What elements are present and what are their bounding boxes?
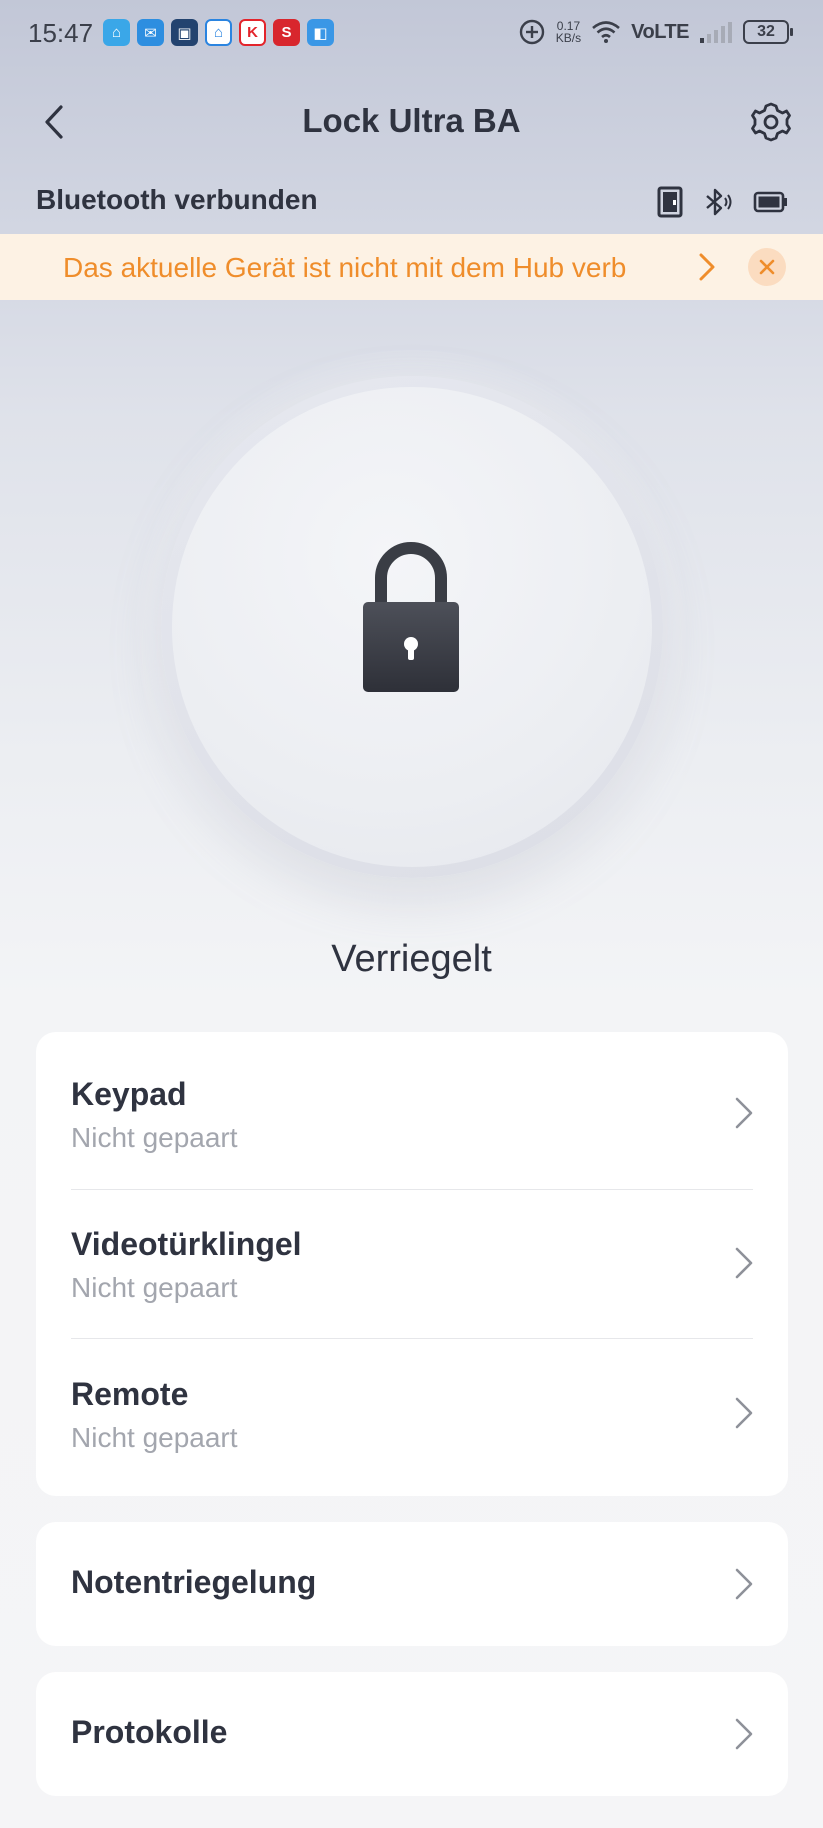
connection-status-row: Bluetooth verbunden [36,184,789,224]
list-item-title: Keypad [71,1076,187,1112]
emergency-unlock-label: Notentriegelung [71,1564,317,1600]
network-speed: 0.17 KB/s [555,19,582,45]
hub-warning-text: Das aktuelle Gerät ist nicht mit dem Hub… [63,252,627,283]
notification-icons: ⌂ ✉ ▣ ⌂ K S ◧ [103,19,334,46]
battery-full-icon [753,191,787,213]
network-type: VoLTE [631,20,689,43]
paired-devices-card: Keypad Nicht gepaart Videotürklingel Nic… [36,1032,788,1496]
signal-icon [700,22,732,43]
lock-status-label: Verriegelt [331,938,492,980]
chevron-right-icon [735,1397,753,1429]
list-item-title: Remote [71,1376,189,1412]
video-app-icon: ▣ [171,19,198,46]
list-item-subtitle: Nicht gepaart [71,1422,238,1453]
emergency-unlock-item[interactable]: Notentriegelung [36,1522,788,1646]
list-item-remote[interactable]: Remote Nicht gepaart [36,1332,788,1482]
chevron-right-icon [735,1097,753,1129]
wifi-icon [592,21,620,43]
list-item-keypad[interactable]: Keypad Nicht gepaart [36,1032,788,1182]
logs-label: Protokolle [71,1714,228,1750]
list-item-subtitle: Nicht gepaart [71,1272,238,1303]
gear-icon [751,102,791,142]
close-icon [759,259,775,275]
device-status-icons [657,186,789,218]
chevron-right-icon [735,1718,753,1750]
padlock-icon [363,542,459,692]
chevron-right-icon [735,1247,753,1279]
chevron-right-icon [735,1568,753,1600]
home-app-icon: ⌂ [103,19,130,46]
data-saver-icon [519,19,544,45]
hub-warning-banner[interactable]: Das aktuelle Gerät ist nicht mit dem Hub… [0,234,823,300]
smart-home-icon: ⌂ [205,19,232,46]
mail-icon: ✉ [137,19,164,46]
status-time: 15:47 [28,18,94,48]
logs-item[interactable]: Protokolle [36,1672,788,1796]
list-item-title: Videotürklingel [71,1226,302,1262]
banner-close-button[interactable] [748,248,786,286]
kaufland-icon: K [239,19,266,46]
page-title: Lock Ultra BA [302,102,521,139]
list-item-video-doorbell[interactable]: Videotürklingel Nicht gepaart [36,1182,788,1332]
list-item-subtitle: Nicht gepaart [71,1122,238,1153]
door-icon [657,186,683,218]
app-icon: ◧ [307,19,334,46]
battery-indicator: 32 [743,20,793,44]
app-header: Lock Ultra BA [0,88,823,158]
status-bar: 15:47 ⌂ ✉ ▣ ⌂ K S ◧ 0.17 KB/s VoLTE 32 [0,0,823,68]
chevron-right-icon [699,253,715,281]
system-status: 0.17 KB/s VoLTE 32 [518,18,793,46]
settings-button[interactable] [747,98,795,146]
s-app-icon: S [273,19,300,46]
bluetooth-icon [706,188,732,216]
